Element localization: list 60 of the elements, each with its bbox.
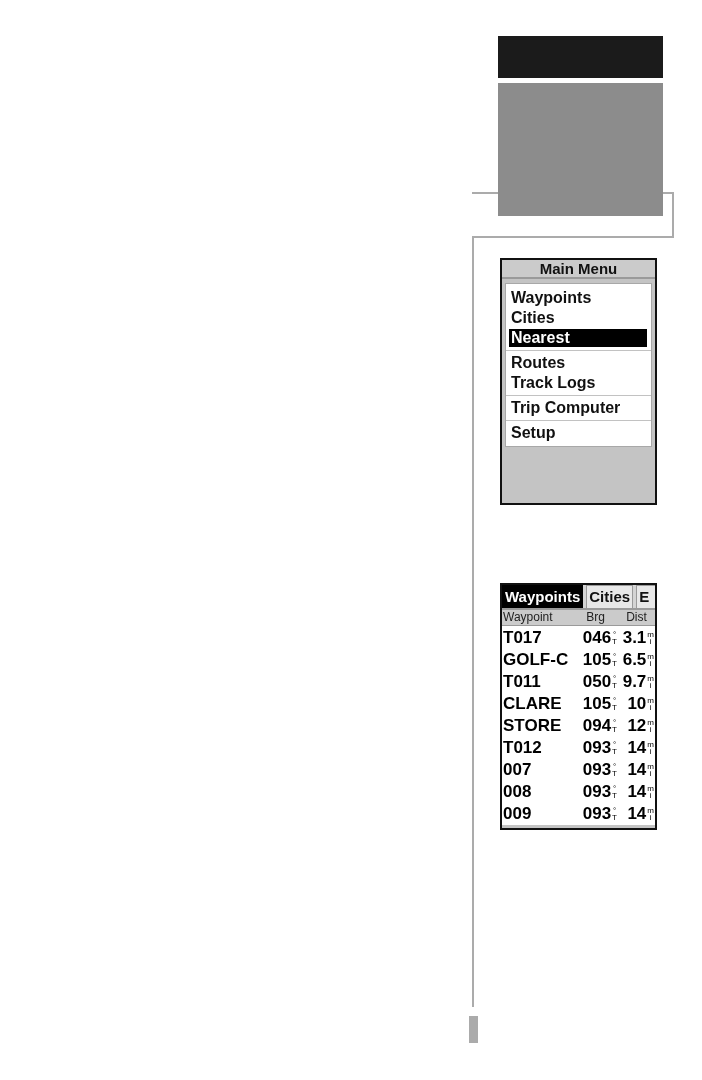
distance-value: 9.7 <box>622 672 647 692</box>
menu-item[interactable]: Track Logs <box>509 374 647 392</box>
menu-item[interactable]: Waypoints <box>509 289 647 307</box>
page-marker <box>469 1016 478 1043</box>
distance-value: 3.1 <box>622 628 647 648</box>
distance-value: 6.5 <box>622 650 647 670</box>
menu-item[interactable]: Nearest <box>509 329 647 347</box>
waypoint-name: T017 <box>502 628 542 648</box>
bearing-unit: °T <box>612 785 617 799</box>
bearing-unit: °T <box>612 631 617 645</box>
distance-value: 14 <box>627 738 647 758</box>
waypoint-name: 007 <box>502 760 532 780</box>
distance-unit: mi <box>647 785 654 799</box>
distance-value: 10 <box>627 694 647 714</box>
menu-item[interactable]: Trip Computer <box>509 399 647 417</box>
bearing-unit: °T <box>612 653 617 667</box>
column-header: Brg <box>586 610 605 625</box>
bearing-value: 094 <box>582 716 612 736</box>
waypoint-name: 008 <box>502 782 532 802</box>
bearing-value: 050 <box>582 672 612 692</box>
screen-title: Main Menu <box>502 260 655 279</box>
waypoint-name: STORE <box>502 716 562 736</box>
distance-unit: mi <box>647 807 654 821</box>
bearing-unit: °T <box>612 763 617 777</box>
distance-value: 12 <box>627 716 647 736</box>
tab[interactable]: E <box>636 585 655 608</box>
bearing-value: 105 <box>582 694 612 714</box>
bearing-unit: °T <box>612 741 617 755</box>
tab[interactable]: Waypoints <box>502 585 584 608</box>
menu-item[interactable]: Setup <box>509 424 647 442</box>
column-header: Dist <box>626 610 647 625</box>
tab[interactable]: Cities <box>586 585 634 608</box>
distance-value: 14 <box>627 804 647 824</box>
column-header: Waypoint <box>502 610 553 625</box>
waypoint-name: T012 <box>502 738 542 758</box>
bearing-value: 093 <box>582 760 612 780</box>
distance-value: 14 <box>627 782 647 802</box>
menu-item[interactable]: Cities <box>509 309 647 327</box>
bearing-value: 093 <box>582 804 612 824</box>
distance-unit: mi <box>647 631 654 645</box>
bearing-value: 093 <box>582 782 612 802</box>
distance-unit: mi <box>647 697 654 711</box>
distance-unit: mi <box>647 653 654 667</box>
bearing-unit: °T <box>612 675 617 689</box>
waypoint-name: 009 <box>502 804 532 824</box>
bearing-value: 105 <box>582 650 612 670</box>
waypoint-name: CLARE <box>502 694 562 714</box>
distance-unit: mi <box>647 675 654 689</box>
distance-value: 14 <box>627 760 647 780</box>
bearing-value: 046 <box>582 628 612 648</box>
distance-unit: mi <box>647 741 654 755</box>
menu-item[interactable]: Routes <box>509 354 647 372</box>
waypoint-name: T011 <box>502 672 541 692</box>
bearing-unit: °T <box>612 719 617 733</box>
distance-unit: mi <box>647 763 654 777</box>
waypoint-name: GOLF-C <box>502 650 569 670</box>
bearing-unit: °T <box>612 697 617 711</box>
bearing-value: 093 <box>582 738 612 758</box>
bearing-unit: °T <box>612 807 617 821</box>
distance-unit: mi <box>647 719 654 733</box>
